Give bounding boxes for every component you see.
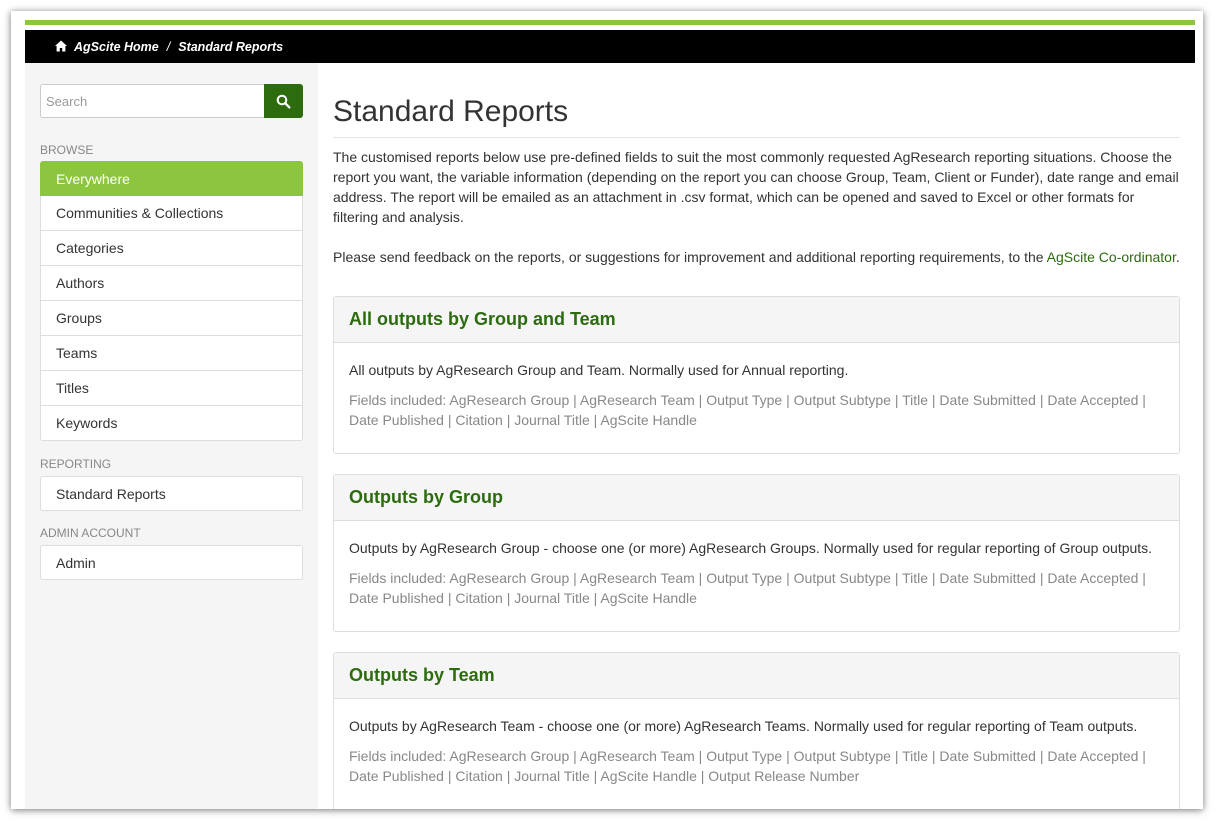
home-icon	[55, 40, 67, 51]
reporting-label: REPORTING	[40, 457, 112, 471]
report-panel-heading: Outputs by Team	[334, 653, 1179, 699]
report-description: Outputs by AgResearch Team - choose one …	[349, 718, 1138, 734]
report-panel: Outputs by Team Outputs by AgResearch Te…	[333, 652, 1180, 809]
top-accent-bar	[25, 20, 1195, 25]
report-description: All outputs by AgResearch Group and Team…	[349, 362, 849, 378]
sidebar-item-everywhere[interactable]: Everywhere	[40, 161, 303, 196]
browse-label: BROWSE	[40, 143, 94, 157]
page-frame: AgScite Home / Standard Reports BROWSE E…	[11, 11, 1203, 809]
sidebar-item-admin[interactable]: Admin	[40, 545, 303, 580]
report-title[interactable]: Outputs by Group	[349, 487, 503, 508]
report-panel-body: Outputs by AgResearch Team - choose one …	[334, 699, 1179, 806]
report-fields: Fields included: AgResearch Group | AgRe…	[349, 570, 1146, 606]
sidebar-item-standard-reports[interactable]: Standard Reports	[40, 476, 303, 511]
page-title: Standard Reports	[333, 95, 569, 128]
feedback-end: .	[1175, 249, 1180, 265]
reporting-nav: Standard Reports	[40, 476, 303, 511]
report-panel-body: Outputs by AgResearch Group - choose one…	[334, 521, 1179, 628]
breadcrumb-home-link[interactable]: AgScite Home	[74, 40, 159, 54]
breadcrumb: AgScite Home / Standard Reports	[25, 30, 1195, 63]
browse-nav: Everywhere Communities & Collections Cat…	[40, 161, 303, 441]
admin-nav: Admin	[40, 545, 303, 580]
feedback-paragraph: Please send feedback on the reports, or …	[333, 247, 1180, 267]
report-panel-heading: Outputs by Group	[334, 475, 1179, 521]
report-panel-heading: All outputs by Group and Team	[334, 297, 1179, 343]
report-fields: Fields included: AgResearch Group | AgRe…	[349, 748, 1146, 784]
report-title[interactable]: All outputs by Group and Team	[349, 309, 616, 330]
sidebar-item-authors[interactable]: Authors	[40, 266, 303, 301]
breadcrumb-separator: /	[166, 39, 171, 54]
report-panel: All outputs by Group and Team All output…	[333, 296, 1180, 454]
sidebar-item-titles[interactable]: Titles	[40, 371, 303, 406]
search-input[interactable]	[40, 84, 264, 118]
report-description: Outputs by AgResearch Group - choose one…	[349, 540, 1153, 556]
report-fields: Fields included: AgResearch Group | AgRe…	[349, 392, 1146, 428]
search-icon	[276, 94, 291, 109]
report-title[interactable]: Outputs by Team	[349, 665, 495, 686]
report-panel: Outputs by Group Outputs by AgResearch G…	[333, 474, 1180, 632]
admin-account-label: ADMIN ACCOUNT	[40, 526, 141, 540]
sidebar-item-categories[interactable]: Categories	[40, 231, 303, 266]
sidebar: BROWSE Everywhere Communities & Collecti…	[25, 63, 318, 809]
agscite-coordinator-link[interactable]: AgScite Co-ordinator	[1047, 249, 1176, 265]
search-form	[40, 84, 303, 118]
sidebar-item-communities-collections[interactable]: Communities & Collections	[40, 196, 303, 231]
report-panel-body: All outputs by AgResearch Group and Team…	[334, 343, 1179, 450]
intro-paragraph: The customised reports below use pre-def…	[333, 149, 1179, 225]
sidebar-item-groups[interactable]: Groups	[40, 301, 303, 336]
breadcrumb-current: Standard Reports	[178, 39, 284, 54]
title-divider	[333, 137, 1180, 138]
feedback-text: Please send feedback on the reports, or …	[333, 249, 1047, 265]
sidebar-item-keywords[interactable]: Keywords	[40, 406, 303, 441]
sidebar-item-teams[interactable]: Teams	[40, 336, 303, 371]
search-button[interactable]	[264, 84, 303, 118]
